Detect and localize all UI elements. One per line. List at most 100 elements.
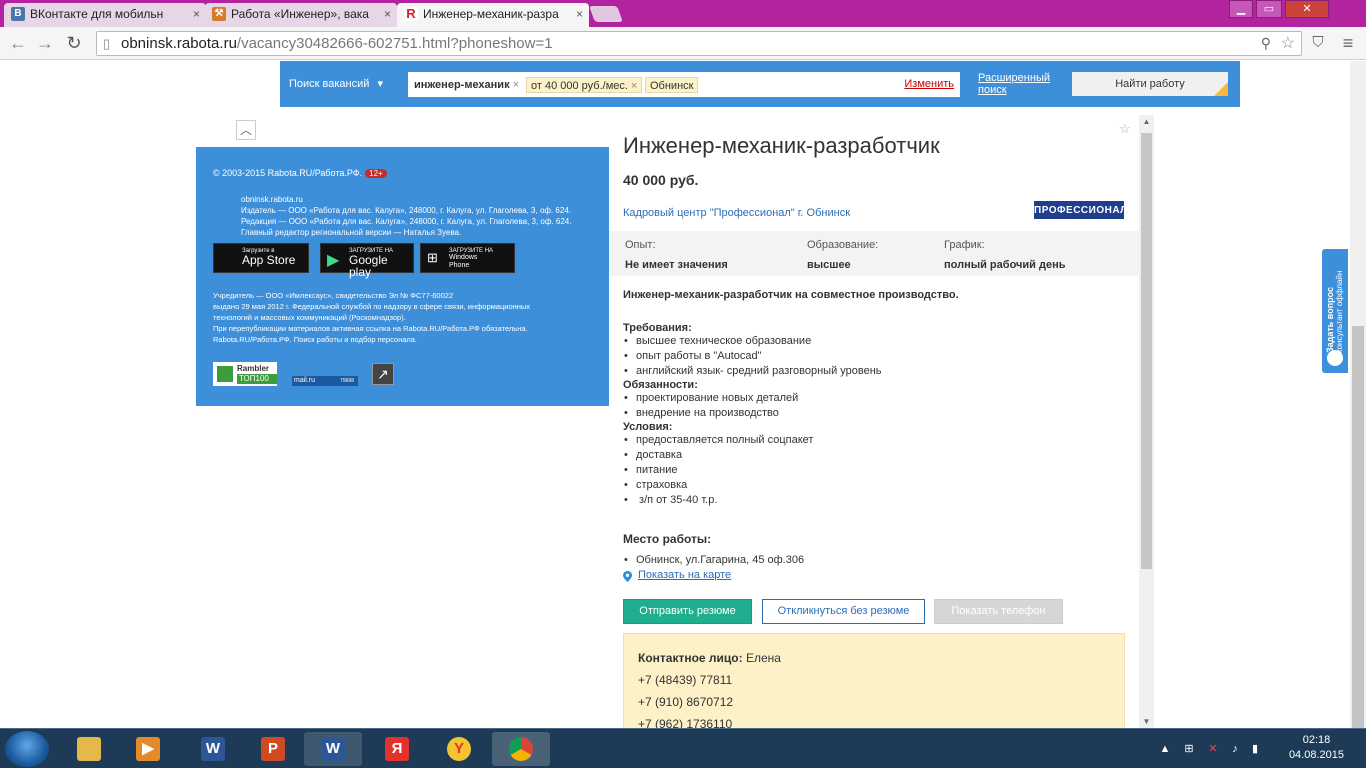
search-dropdown[interactable]: Поиск вакансий ▾ (289, 77, 383, 90)
windows-phone-button[interactable]: ⊞ ЗАГРУЗИТЕ НА Windows Phone (420, 243, 515, 273)
conditions-heading: Условия: (623, 421, 673, 433)
ask-question-widget[interactable]: Задать вопрос консультант оффлайн (1322, 249, 1348, 373)
scroll-up-arrow-icon[interactable]: ▲ (1139, 117, 1154, 126)
google-play-icon: ▶ (327, 252, 340, 269)
param-education: Образование: высшее (807, 239, 878, 271)
start-button[interactable] (5, 731, 49, 767)
tab-close-icon[interactable]: × (576, 3, 583, 25)
zoom-icon[interactable]: ⚲ (1261, 32, 1271, 55)
query-chip[interactable]: инженер-механик × (410, 77, 523, 93)
vacancy-search-bar: Поиск вакансий ▾ инженер-механик × от 40… (280, 61, 1240, 107)
taskbar-powerpoint[interactable]: P (244, 732, 302, 766)
site-name: obninsk.rabota.ru (241, 195, 303, 204)
list-item: доставка (623, 448, 1123, 463)
respond-without-resume-button[interactable]: Откликнуться без резюме (762, 599, 925, 624)
copyright: © 2003-2015 Rabota.RU/Работа.РФ. 12+ (213, 168, 387, 178)
content-scrollbar[interactable]: ▲ ▼ (1139, 115, 1154, 728)
send-resume-button[interactable]: Отправить резюме (623, 599, 752, 624)
param-value: полный рабочий день (944, 259, 1066, 271)
new-tab-button[interactable] (589, 6, 623, 22)
page-scrollbar[interactable] (1350, 61, 1366, 768)
menu-icon[interactable]: ≡ (1338, 33, 1358, 53)
phone-number[interactable]: +7 (962) 1736110 (638, 713, 1110, 728)
taskbar-media-player[interactable]: ▶ (119, 732, 177, 766)
scroll-top-button[interactable]: ︿ (236, 120, 256, 140)
taskbar-word-2[interactable]: W (304, 732, 362, 766)
taskbar-yandex[interactable]: Я (368, 732, 426, 766)
age-badge: 12+ (365, 169, 387, 178)
tab-label: ВКонтакте для мобильн (30, 7, 164, 21)
tab-close-icon[interactable]: × (384, 3, 391, 25)
widget-line2: консультант оффлайн (1335, 270, 1344, 353)
dropdown-caret-icon: ▾ (377, 78, 384, 90)
taskbar-chrome[interactable] (492, 732, 550, 766)
remove-chip-icon[interactable]: × (513, 79, 519, 91)
tab-close-icon[interactable]: × (193, 3, 200, 25)
city-chip[interactable]: Обнинск (645, 77, 699, 93)
contact-label: Контактное лицо: (638, 651, 743, 665)
rabota-r-icon: R (404, 7, 418, 21)
company-logo[interactable]: ПРОФЕССИОНАЛ (1034, 201, 1127, 219)
editor-line: Главный редактор региональной версии — Н… (241, 228, 462, 237)
tab-rabota-search[interactable]: ⚒ Работа «Инженер», вака × (205, 3, 397, 27)
clock[interactable]: 02:18 04.08.2015 (1289, 733, 1344, 763)
show-map-link[interactable]: Показать на карте (623, 569, 731, 581)
forward-arrow-icon[interactable]: → (35, 33, 55, 53)
show-phone-button[interactable]: Показать телефон (934, 599, 1063, 624)
phone-number[interactable]: +7 (910) 8670712 (638, 691, 1110, 713)
remove-chip-icon[interactable]: × (631, 80, 637, 92)
list-item: предоставляется полный соцпакет (623, 433, 1123, 448)
list-item: страховка (623, 478, 1123, 493)
search-input[interactable]: инженер-механик × от 40 000 руб./мес. × … (408, 72, 960, 97)
windows-icon: ⊞ (427, 250, 438, 265)
company-link[interactable]: Кадровый центр "Профессионал" г. Обнинск (623, 207, 850, 219)
back-arrow-icon[interactable]: ← (8, 33, 28, 53)
vacancy-salary: 40 000 руб. (623, 172, 699, 188)
address-bar[interactable]: ▯ obninsk.rabota.ru/vacancy30482666-6027… (96, 31, 1302, 56)
list-item: высшее техническое образование (623, 334, 1123, 349)
network-icon[interactable]: ✕ (1206, 742, 1220, 756)
windows-flag-icon[interactable]: ⊞ (1182, 742, 1196, 756)
mail-count: 79698 (340, 378, 354, 384)
description-intro: Инженер-механик-разработчик на совместно… (623, 289, 959, 301)
rambler-top100-badge[interactable]: Rambler ТОП100 (213, 362, 277, 386)
favorite-star-icon[interactable]: ☆ (1119, 121, 1131, 137)
tab-vkontakte[interactable]: В ВКонтакте для мобильн × (4, 3, 206, 27)
tab-vacancy[interactable]: R Инженер-механик-разра × (397, 3, 589, 27)
google-play-button[interactable]: ▶ ЗАГРУЗИТЕ НА Google play (320, 243, 414, 278)
tray-arrow-icon[interactable]: ▲ (1158, 742, 1172, 756)
battery-icon[interactable]: ▮ (1248, 742, 1262, 756)
reload-icon[interactable]: ↻ (64, 33, 84, 53)
minimize-button[interactable]: ▁ (1229, 0, 1253, 18)
chat-icon (1327, 350, 1343, 366)
taskbar-yandex-browser[interactable]: Y (430, 732, 488, 766)
arrow-out-icon[interactable]: ↗ (372, 363, 394, 385)
param-value: высшее (807, 259, 851, 271)
city-chip-text: Обнинск (650, 80, 694, 92)
chevron-up-icon: ︿ (239, 123, 252, 137)
phone-number[interactable]: +7 (48439) 77811 (638, 669, 1110, 691)
bookmark-star-icon[interactable]: ☆ (1281, 32, 1295, 55)
vacancy-card: ☆ Инженер-механик-разработчик 40 000 руб… (609, 115, 1139, 728)
restore-button[interactable]: ▭ (1256, 0, 1282, 18)
mail-ru-counter[interactable]: mail.ru 79698 (292, 376, 358, 386)
page-scrollbar-thumb[interactable] (1352, 326, 1364, 768)
find-job-button[interactable]: Найти работу (1072, 72, 1228, 96)
widget-text: Задать вопрос консультант оффлайн (1325, 270, 1344, 353)
shield-icon[interactable]: ⛉ (1308, 33, 1328, 53)
list-item: з/п от 35-40 т.р. (623, 493, 1123, 508)
app-store-button[interactable]: Загрузите в App Store (213, 243, 309, 273)
scroll-down-arrow-icon[interactable]: ▼ (1139, 717, 1154, 726)
volume-icon[interactable]: ♪ (1228, 742, 1242, 756)
change-link[interactable]: Изменить (904, 78, 954, 90)
advanced-search-link[interactable]: Расширенный поиск (978, 72, 1050, 96)
contact-person: Контактное лицо: Елена (638, 647, 1110, 669)
list-item: опыт работы в "Autocad" (623, 349, 1123, 364)
taskbar-word-1[interactable]: W (184, 732, 242, 766)
param-schedule: График: полный рабочий день (944, 239, 1065, 271)
close-window-button[interactable]: ✕ (1285, 0, 1329, 18)
scrollbar-thumb[interactable] (1141, 133, 1152, 569)
taskbar-explorer[interactable] (60, 732, 118, 766)
requirements-heading: Требования: (623, 322, 692, 334)
salary-chip[interactable]: от 40 000 руб./мес. × (526, 77, 643, 93)
